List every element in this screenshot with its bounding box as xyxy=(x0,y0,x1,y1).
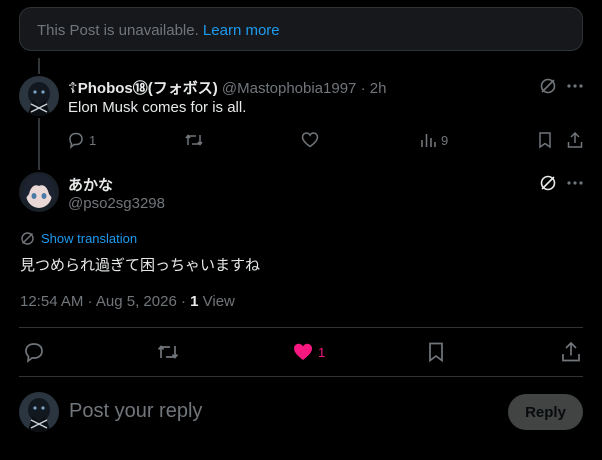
show-translation-label: Show translation xyxy=(41,231,138,246)
post-metadata: 12:54 AM · Aug 5, 2026 · 1 View xyxy=(20,293,235,310)
thread-line-bottom xyxy=(38,118,40,170)
views-label: View xyxy=(198,293,235,310)
avatar[interactable] xyxy=(19,172,59,212)
separator: · xyxy=(360,80,366,97)
bookmark-icon[interactable] xyxy=(427,341,445,363)
bookmark-icon[interactable] xyxy=(537,131,553,149)
learn-more-link[interactable]: Learn more xyxy=(203,22,280,39)
unavailable-text: This Post is unavailable. Learn more xyxy=(37,22,280,39)
like-count: 1 xyxy=(318,345,326,360)
post-text: Elon Musk comes for is all. xyxy=(68,99,247,116)
divider xyxy=(19,376,583,377)
post-time[interactable]: 2h xyxy=(370,80,387,97)
more-options-icon[interactable] xyxy=(566,78,584,94)
repost-icon[interactable] xyxy=(156,341,180,363)
share-icon[interactable] xyxy=(566,131,584,149)
reply-count: 1 xyxy=(89,133,97,148)
views-count: 9 xyxy=(441,133,449,148)
parent-post-header: ☦Phobos⑱(フォボス) @Mastophobia1997 · 2h xyxy=(68,77,386,98)
display-name[interactable]: あかな xyxy=(68,174,113,195)
avatar[interactable] xyxy=(19,392,59,432)
more-options-icon[interactable] xyxy=(566,175,584,191)
liked-heart-icon[interactable] xyxy=(292,341,314,363)
post-text: 見つめられ過ぎて困っちゃいますね xyxy=(20,257,261,274)
views-icon[interactable] xyxy=(419,131,437,149)
avatar[interactable] xyxy=(19,76,59,116)
reply-button[interactable]: Reply xyxy=(508,394,583,430)
show-translation-link[interactable]: Show translation xyxy=(20,231,137,246)
user-handle[interactable]: @Mastophobia1997 xyxy=(222,80,357,97)
like-icon[interactable] xyxy=(301,131,319,149)
share-icon[interactable] xyxy=(560,341,582,363)
display-name[interactable]: ☦Phobos⑱(フォボス) xyxy=(68,80,218,97)
reply-input[interactable]: Post your reply xyxy=(69,400,202,423)
grok-icon[interactable] xyxy=(539,174,557,192)
divider xyxy=(19,327,583,328)
thread-line-top xyxy=(38,58,40,74)
unavailable-message: This Post is unavailable. xyxy=(37,22,199,39)
repost-icon[interactable] xyxy=(184,131,204,149)
reply-icon[interactable] xyxy=(67,131,85,149)
reply-icon[interactable] xyxy=(23,341,45,363)
translate-icon xyxy=(20,231,35,246)
unavailable-post-notice: This Post is unavailable. Learn more xyxy=(19,7,583,51)
grok-icon[interactable] xyxy=(539,77,557,95)
user-handle[interactable]: @pso2sg3298 xyxy=(68,195,165,212)
post-timestamp[interactable]: 12:54 AM · Aug 5, 2026 · xyxy=(20,293,190,310)
